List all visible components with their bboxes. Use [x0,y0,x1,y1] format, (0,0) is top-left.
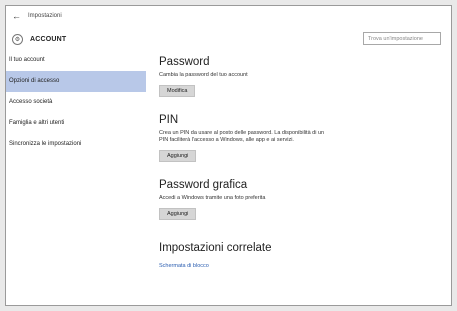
pin-description-line-1: Crea un PIN da usare al posto delle pass… [159,130,325,136]
lock-screen-link[interactable]: Schermata di blocco [159,263,209,269]
password-heading: Password [159,56,210,68]
settings-window: ← Impostazioni ⚙ ACCOUNT Il tuo account … [5,5,452,306]
picture-password-heading: Password grafica [159,179,248,191]
add-pin-button[interactable]: Aggiungi [159,150,197,162]
window-title: Impostazioni [28,13,62,19]
sidebar-item-work-access[interactable]: Accesso società [6,92,146,113]
picture-password-description: Accedi a Windows tramite una foto prefer… [159,195,266,201]
search-input[interactable] [363,32,441,45]
main-content: Password Cambia la password del tuo acco… [159,56,441,272]
pin-heading: PIN [159,114,179,126]
sidebar: Il tuo account Opzioni di accesso Access… [6,50,146,155]
page-header: ⚙ ACCOUNT [6,26,451,52]
pin-section: PIN Crea un PIN da usare al posto delle … [159,114,441,179]
related-settings-section: Impostazioni correlate Schermata di bloc… [159,242,441,272]
page-title: ACCOUNT [30,35,67,43]
change-password-button[interactable]: Modifica [159,85,196,97]
password-description: Cambia la password del tuo account [159,72,248,78]
add-picture-password-button[interactable]: Aggiungi [159,208,197,220]
gear-icon: ⚙ [12,33,23,45]
pin-description-line-2: PIN faciliterà l'accesso a Windows, alle… [159,137,294,143]
password-section: Password Cambia la password del tuo acco… [159,56,441,114]
sidebar-item-family[interactable]: Famiglia e altri utenti [6,113,146,134]
back-arrow-icon[interactable]: ← [12,11,24,21]
picture-password-section: Password grafica Accedi a Windows tramit… [159,179,441,242]
sidebar-item-sync-settings[interactable]: Sincronizza le impostazioni [6,134,146,155]
pin-description: Crea un PIN da usare al posto delle pass… [159,130,441,144]
related-settings-heading: Impostazioni correlate [159,242,272,254]
title-bar: ← Impostazioni [6,6,451,26]
sidebar-item-sign-in-options[interactable]: Opzioni di accesso [6,71,146,92]
sidebar-item-your-account[interactable]: Il tuo account [6,50,146,71]
